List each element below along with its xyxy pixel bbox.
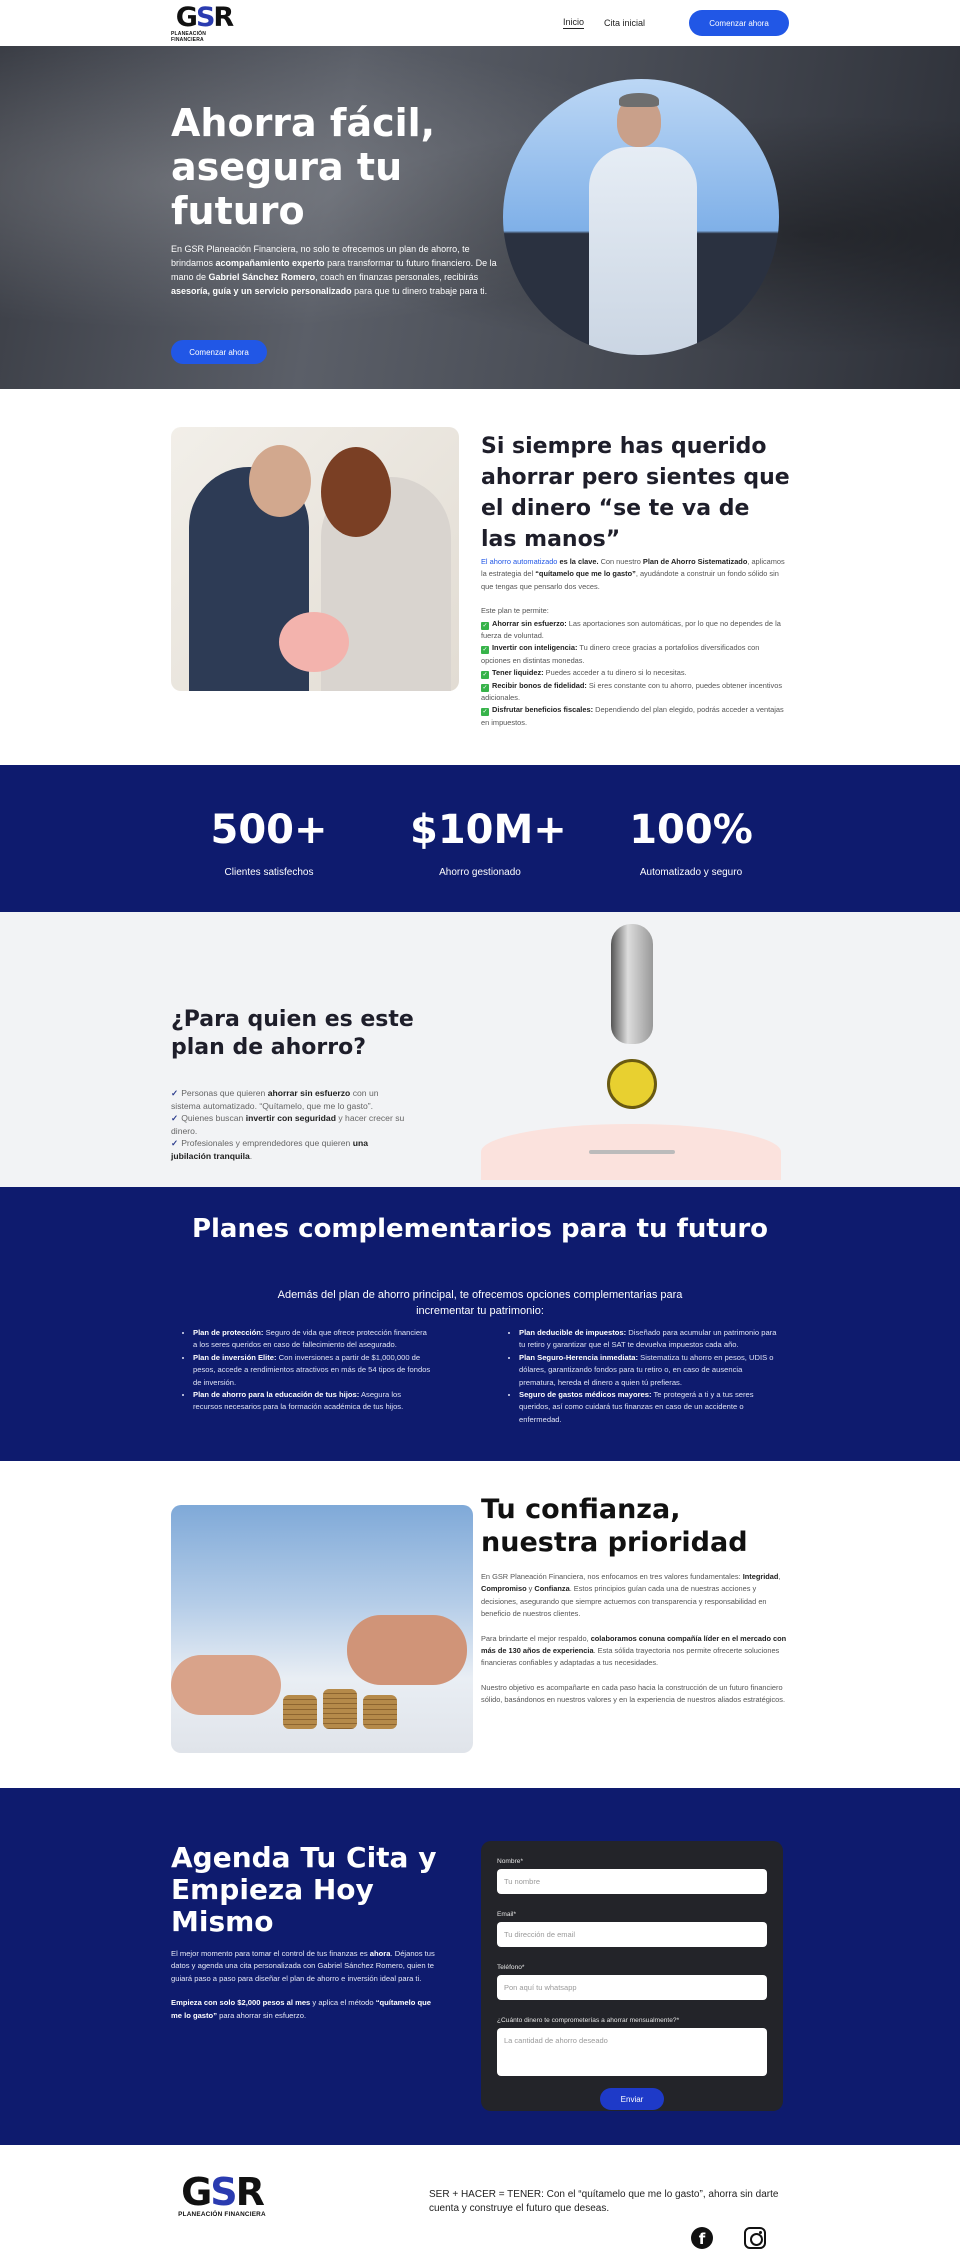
check-icon: ✓ [481, 646, 489, 655]
plans-section: Planes complementarios para tu futuro Ad… [0, 1187, 960, 1461]
stat-value: $10M+ [410, 807, 567, 853]
coach-photo [503, 79, 779, 355]
savings-body: El ahorro automatizado es la clave. Con … [481, 556, 791, 729]
appointment-title: Agenda Tu Cita y Empieza Hoy Mismo [171, 1841, 437, 1938]
savings-section: Si siempre has querido ahorrar pero sien… [0, 389, 960, 765]
stats-section: 500+ Clientes satisfechos $10M+ Ahorro g… [0, 765, 960, 912]
audience-title: ¿Para quien es este plan de ahorro? [171, 1007, 414, 1060]
benefits-list-intro: Este plan te permite: [481, 606, 549, 616]
instagram-icon[interactable] [744, 2227, 766, 2249]
benefit-item: ✓ Ahorrar sin esfuerzo: Las aportaciones … [481, 618, 781, 641]
check-icon: ✓ [481, 621, 489, 630]
logo-subtitle: PLANEACIÓN FINANCIERA [171, 30, 207, 43]
savings-intro: El ahorro automatizado es la clave. Con … [481, 557, 785, 591]
site-header: GSR PLANEACIÓN FINANCIERA Inicio Cita in… [0, 0, 960, 46]
name-field[interactable] [497, 1869, 767, 1894]
footer-tagline: SER + HACER = TENER: Con el “quítamelo q… [429, 2189, 779, 2214]
plan-item: Seguro de gastos médicos mayores: Te pro… [519, 1389, 779, 1426]
appointment-body: El mejor momento para tomar el control d… [171, 1949, 435, 2020]
trust-body: En GSR Planeación Financiera, nos enfoca… [481, 1572, 787, 1705]
plan-item: Plan de protección: Seguro de vida que o… [193, 1327, 431, 1352]
appointment-section: Agenda Tu Cita y Empieza Hoy Mismo El me… [0, 1788, 960, 2145]
savings-title: Si siempre has querido ahorrar pero sien… [481, 434, 790, 552]
check-icon: ✓ [481, 683, 489, 692]
phone-field[interactable] [497, 1975, 767, 2000]
plan-item: Plan de inversión Elite: Con inversiones… [193, 1352, 431, 1389]
stat-value: 100% [629, 807, 753, 853]
coins-photo [171, 1505, 473, 1753]
plan-item: Plan de ahorro para la educación de tus … [193, 1389, 431, 1414]
phone-label: Teléfono* [497, 1964, 525, 1971]
logo[interactable]: GSR PLANEACIÓN FINANCIERA [171, 4, 237, 43]
hero-section: Ahorra fácil, asegura tu futuro En GSR P… [0, 46, 960, 389]
stat-value: 500+ [210, 807, 328, 853]
email-field[interactable] [497, 1922, 767, 1947]
hero-title: Ahorra fácil, asegura tu futuro [171, 101, 436, 233]
tick-icon: ✓ [171, 1138, 179, 1148]
stat-savings: $10M+ Ahorro gestionado [410, 765, 567, 912]
plan-item: Plan deducible de impuestos: Diseñado pa… [519, 1327, 779, 1352]
facebook-icon[interactable]: f [691, 2227, 713, 2249]
nav-link-inicio[interactable]: Inicio [562, 17, 584, 29]
stat-automated: 100% Automatizado y seguro [621, 765, 761, 912]
check-icon: ✓ [481, 708, 489, 717]
benefit-item: ✓ Recibir bonos de fidelidad: Si eres con… [481, 680, 783, 703]
hero-description: En GSR Planeación Financiera, no solo te… [171, 244, 497, 296]
audience-section: ¿Para quien es este plan de ahorro? ✓ Per… [0, 912, 960, 1187]
logo-subtitle: PLANEACIÓN FINANCIERA [178, 2211, 266, 2218]
stat-label: Clientes satisfechos [224, 867, 314, 878]
audience-list: ✓ Personas que quieren ahorrar sin esfuer… [171, 1087, 406, 1162]
audience-item: ✓ Quienes buscan invertir con seguridad y… [171, 1113, 405, 1136]
hand-clock-illustration [481, 924, 781, 1180]
plans-list-left: Plan de protección: Seguro de vida que o… [185, 1327, 431, 1414]
plans-list-right: Plan deducible de impuestos: Diseñado pa… [511, 1327, 779, 1426]
plans-subtitle: Además del plan de ahorro principal, te … [277, 1289, 683, 1317]
main-nav: Inicio Cita inicial Comenzar ahora [562, 10, 789, 36]
appointment-form: Nombre* Email* Teléfono* ¿Cuánto dinero … [481, 1841, 783, 2111]
stat-label: Ahorro gestionado [439, 867, 521, 878]
name-label: Nombre* [497, 1858, 524, 1865]
trust-section: Tu confianza, nuestra prioridad En GSR P… [0, 1461, 960, 1788]
hero-cta-button[interactable]: Comenzar ahora [171, 340, 267, 364]
footer-logo[interactable]: GSR PLANEACIÓN FINANCIERA [177, 2173, 267, 2218]
stat-clients: 500+ Clientes satisfechos [199, 765, 339, 912]
logo-mark: GSR [181, 2170, 265, 2214]
amount-label: ¿Cuánto dinero te comprometerías a ahorr… [497, 2017, 680, 2024]
plan-item: Plan Seguro-Herencia inmediata: Sistemat… [519, 1352, 779, 1389]
benefit-item: ✓ Disfrutar beneficios fiscales: Dependie… [481, 705, 784, 727]
amount-field[interactable] [497, 2028, 767, 2076]
check-icon: ✓ [481, 671, 489, 680]
tick-icon: ✓ [171, 1088, 179, 1098]
benefit-item: ✓ Tener liquidez: Puedes acceder a tu din… [481, 668, 687, 680]
nav-link-cita-inicial[interactable]: Cita inicial [604, 18, 645, 28]
stat-label: Automatizado y seguro [639, 867, 743, 878]
logo-mark: GSR [175, 1, 234, 33]
plans-title: Planes complementarios para tu futuro [191, 1214, 769, 1244]
site-footer: GSR PLANEACIÓN FINANCIERA SER + HACER = … [0, 2145, 960, 2252]
submit-button[interactable]: Enviar [600, 2088, 664, 2110]
benefit-item: ✓ Invertir con inteligencia: Tu dinero cr… [481, 643, 760, 665]
trust-title: Tu confianza, nuestra prioridad [481, 1494, 748, 1558]
audience-item: ✓ Profesionales y emprendedores que quier… [171, 1138, 368, 1161]
tick-icon: ✓ [171, 1113, 179, 1123]
couple-piggy-bank-photo [171, 427, 459, 691]
email-label: Email* [497, 1911, 517, 1918]
audience-item: ✓ Personas que quieren ahorrar sin esfuer… [171, 1088, 379, 1111]
header-cta-button[interactable]: Comenzar ahora [689, 10, 789, 36]
